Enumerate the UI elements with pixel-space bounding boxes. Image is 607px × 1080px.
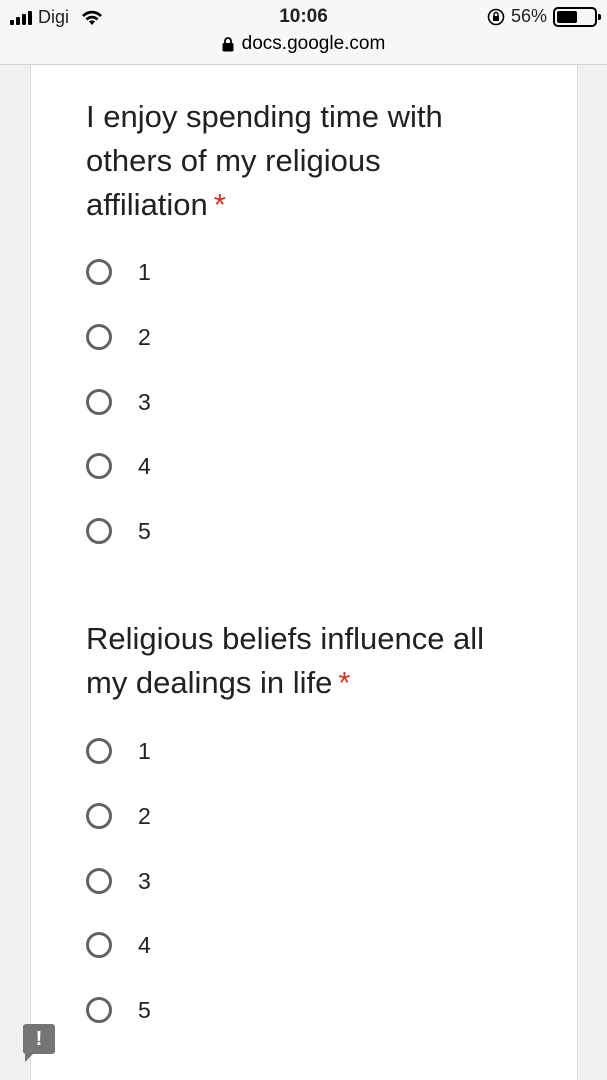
option-label: 5	[138, 996, 151, 1023]
status-bar: Digi 10:06 56% docs.google.com	[0, 0, 607, 65]
radio-option-2[interactable]: 2	[86, 796, 151, 836]
radio-option-4[interactable]: 4	[86, 446, 151, 486]
feedback-icon[interactable]: !	[23, 1024, 55, 1062]
required-asterisk: *	[213, 187, 226, 222]
radio-button[interactable]	[86, 324, 112, 350]
option-label: 3	[138, 388, 151, 415]
question-2: Religious beliefs influence all my deali…	[86, 617, 526, 705]
option-label: 4	[138, 931, 151, 958]
radio-button[interactable]	[86, 518, 112, 544]
battery-icon	[553, 6, 601, 27]
option-label: 2	[138, 802, 151, 829]
question-title: Religious beliefs influence all my deali…	[86, 621, 485, 700]
option-label: 1	[138, 258, 151, 285]
radio-button[interactable]	[86, 997, 112, 1023]
required-asterisk: *	[338, 665, 351, 700]
radio-button[interactable]	[86, 803, 112, 829]
radio-button[interactable]	[86, 868, 112, 894]
status-right: 56%	[487, 6, 601, 27]
option-label: 4	[138, 452, 151, 479]
radio-button[interactable]	[86, 389, 112, 415]
radio-option-5[interactable]: 5	[86, 511, 151, 551]
radio-option-4[interactable]: 4	[86, 925, 151, 965]
question-1: I enjoy spending time with others of my …	[86, 95, 526, 227]
radio-option-1[interactable]: 1	[86, 731, 151, 771]
radio-button[interactable]	[86, 259, 112, 285]
url-text: docs.google.com	[241, 33, 386, 54]
radio-option-2[interactable]: 2	[86, 317, 151, 357]
question-title: I enjoy spending time with others of my …	[86, 99, 443, 222]
lock-icon	[222, 36, 234, 51]
radio-button[interactable]	[86, 932, 112, 958]
option-label: 5	[138, 517, 151, 544]
url-bar[interactable]: docs.google.com	[0, 33, 607, 55]
radio-button[interactable]	[86, 453, 112, 479]
form-card: I enjoy spending time with others of my …	[30, 65, 578, 1080]
option-label: 3	[138, 867, 151, 894]
option-label: 1	[138, 737, 151, 764]
radio-button[interactable]	[86, 738, 112, 764]
rotation-lock-icon	[487, 8, 505, 25]
battery-percent: 56%	[510, 6, 547, 26]
radio-option-1[interactable]: 1	[86, 252, 151, 292]
radio-option-3[interactable]: 3	[86, 382, 151, 422]
radio-option-3[interactable]: 3	[86, 861, 151, 901]
option-label: 2	[138, 323, 151, 350]
radio-option-5[interactable]: 5	[86, 990, 151, 1030]
